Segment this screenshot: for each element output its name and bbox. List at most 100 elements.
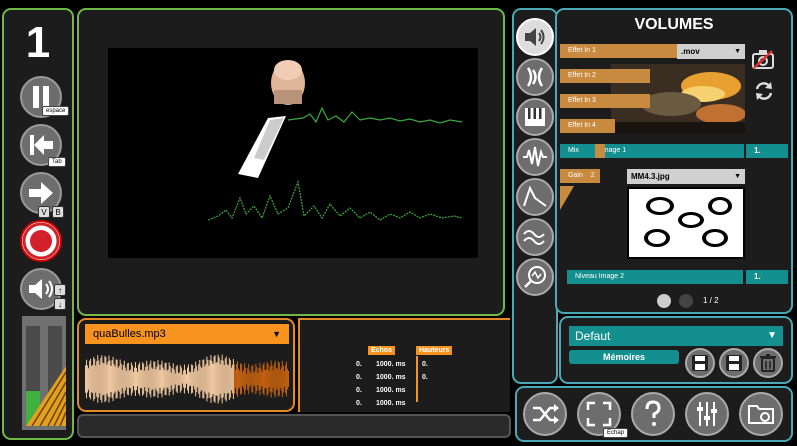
- niveau-image-2-value[interactable]: 1.: [746, 270, 788, 284]
- waveform-bar: [169, 366, 171, 392]
- waveform-bar: [238, 368, 240, 390]
- record-button[interactable]: [20, 220, 62, 262]
- mix-slider-handle[interactable]: [595, 144, 605, 158]
- effect-in-2-slider[interactable]: Effet In 2: [560, 69, 650, 83]
- effect-in-3-slider[interactable]: Effet In 3: [560, 94, 650, 108]
- waveform-bar: [171, 367, 173, 391]
- effect-in-4-slider[interactable]: Effet In 4: [560, 119, 615, 133]
- page-dot-active[interactable]: [657, 294, 671, 308]
- waveform-bar: [133, 367, 135, 391]
- waveform-bar: [260, 368, 262, 390]
- memories-button[interactable]: Mémoires: [569, 350, 679, 364]
- waveform-bar: [117, 367, 119, 391]
- echo-delay[interactable]: 1000. ms: [376, 371, 406, 384]
- waveform-bar: [86, 359, 88, 399]
- waveform-bar: [268, 370, 270, 388]
- save-memory-button[interactable]: [719, 348, 749, 378]
- preset-select[interactable]: Defaut ▼: [569, 326, 783, 346]
- echo-delay[interactable]: 1000. ms: [376, 384, 406, 397]
- echo-amount[interactable]: 0.: [356, 384, 362, 397]
- effect-in-1-slider[interactable]: Effet In 1: [560, 44, 680, 58]
- waveform-bar: [108, 355, 110, 403]
- echo-amount[interactable]: 0.: [356, 371, 362, 384]
- effect-in-2-label: Effet In 2: [568, 72, 596, 79]
- effect-tools-column: [512, 8, 558, 384]
- waveform-bar: [223, 364, 225, 394]
- image-file-name: MM4.3.jpg: [631, 172, 670, 181]
- help-button[interactable]: [631, 392, 675, 436]
- waveform-bar: [265, 369, 267, 389]
- niveau-image-2-slider[interactable]: Niveau Image 2: [567, 270, 743, 284]
- waveform-bar: [142, 362, 144, 396]
- mix-slider[interactable]: Mix Image 1: [560, 144, 744, 158]
- echo-pitch-column: 0. 0.: [422, 358, 428, 384]
- waveform-bar: [266, 361, 268, 397]
- waveform-bar: [227, 365, 229, 393]
- tool-volumes[interactable]: [516, 18, 554, 56]
- tool-spatial[interactable]: [516, 58, 554, 96]
- video-preview[interactable]: [108, 48, 478, 258]
- waveform-bar: [287, 370, 289, 388]
- waveform-bar: [134, 362, 136, 396]
- waveform-bar: [147, 365, 149, 393]
- waveform-bar: [190, 372, 192, 386]
- echo-amount[interactable]: 0.: [356, 397, 362, 410]
- tool-analyzer[interactable]: [516, 258, 554, 296]
- tool-keyboard[interactable]: [516, 98, 554, 136]
- tool-envelope[interactable]: [516, 178, 554, 216]
- mix-value[interactable]: 1.: [746, 144, 788, 158]
- echo-amount[interactable]: 0.: [356, 358, 362, 371]
- camera-off-icon[interactable]: [751, 48, 775, 70]
- volume-up-key[interactable]: ↑: [54, 284, 66, 296]
- image-file-select[interactable]: MM4.3.jpg ▼: [627, 169, 745, 184]
- save-down-icon: [692, 355, 708, 371]
- audio-file-select[interactable]: quaBulles.mp3 ▼: [85, 324, 289, 344]
- waveform-bar: [159, 370, 161, 388]
- waveform-bar: [270, 360, 272, 398]
- waveform-bar: [188, 364, 190, 394]
- page-dot[interactable]: [679, 294, 693, 308]
- waveform-bar: [193, 371, 195, 387]
- waveform-bar: [125, 370, 127, 388]
- waveform-bar: [182, 370, 184, 388]
- magnifier-wave-icon: [524, 266, 546, 288]
- waveform-bar: [283, 371, 285, 387]
- waveform-bar: [118, 366, 120, 392]
- chevron-down-icon: ▼: [734, 48, 741, 55]
- waveform-bar: [174, 373, 176, 385]
- waveform-bar: [153, 361, 155, 397]
- modulation-icon: [523, 230, 545, 245]
- waveform-bar: [224, 358, 226, 400]
- waveform-bar: [136, 367, 138, 391]
- echo-pitch[interactable]: 0.: [422, 371, 428, 384]
- waveform-bar: [282, 365, 284, 393]
- gain-slider[interactable]: Gain 2: [560, 169, 600, 183]
- waveform-bar: [98, 360, 100, 398]
- shuffle-button[interactable]: [523, 392, 567, 436]
- tool-waveform[interactable]: [516, 138, 554, 176]
- waveform-bar: [242, 371, 244, 387]
- mixer-settings-button[interactable]: [685, 392, 729, 436]
- waveform-bar: [278, 362, 280, 396]
- video-file-select[interactable]: .mov ▼: [677, 44, 745, 59]
- waveform-bar: [192, 365, 194, 393]
- tool-modulation[interactable]: [516, 218, 554, 256]
- delete-memory-button[interactable]: [753, 348, 783, 378]
- load-memory-button[interactable]: [685, 348, 715, 378]
- refresh-icon[interactable]: [753, 80, 775, 102]
- echo-pitch[interactable]: 0.: [422, 358, 428, 371]
- waveform-bar: [173, 369, 175, 389]
- echo-delay[interactable]: 1000. ms: [376, 358, 406, 371]
- fullscreen-key-hint: Echap: [603, 428, 629, 438]
- waveform-bar: [110, 365, 112, 393]
- audio-waveform[interactable]: [85, 350, 289, 408]
- effect-in-4-label: Effet In 4: [568, 122, 596, 129]
- waveform-bar: [275, 368, 277, 390]
- waveform-bar: [194, 368, 196, 390]
- stereo-waves-icon: [526, 67, 544, 87]
- echo-delay[interactable]: 1000. ms: [376, 397, 406, 410]
- volume-down-key[interactable]: ↓: [54, 298, 66, 310]
- waveform-bar: [122, 364, 124, 394]
- open-folder-button[interactable]: [739, 392, 783, 436]
- waveform-bar: [141, 369, 143, 389]
